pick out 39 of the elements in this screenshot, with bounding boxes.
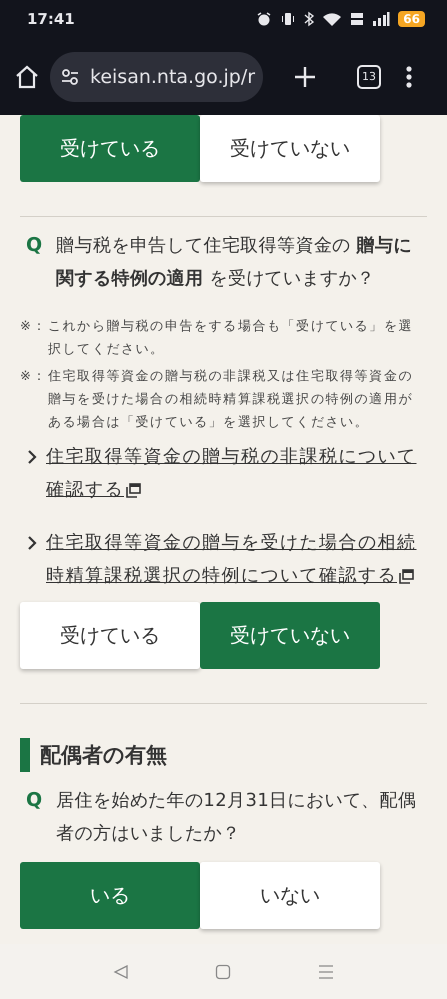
choice-button[interactable]: いない <box>200 862 380 929</box>
question-mark: Q <box>25 788 42 813</box>
new-window-icon <box>399 568 414 584</box>
new-window-icon <box>126 482 141 498</box>
address-bar[interactable]: keisan.nta.go.jp/r <box>50 52 263 102</box>
vibrate-icon <box>280 11 296 27</box>
chevron-icon <box>26 450 38 464</box>
alarm-icon <box>256 11 272 27</box>
home-icon[interactable] <box>14 64 40 90</box>
home-button-icon[interactable] <box>215 964 232 980</box>
heading-bar <box>20 738 30 772</box>
back-icon[interactable] <box>113 964 130 980</box>
recents-icon[interactable] <box>318 964 334 980</box>
choice-button[interactable]: 受けている <box>20 602 200 669</box>
chevron-icon <box>26 536 38 550</box>
menu-icon[interactable] <box>405 64 413 88</box>
help-link[interactable]: 住宅取得等資金の贈与を受けた場合の相続時精算課税選択の特例について確認する <box>46 526 427 592</box>
url-text: keisan.nta.go.jp/r <box>90 66 256 88</box>
question-text: 贈与税を申告して住宅取得等資金の 贈与に関する特例の適用 を受けていますか？ <box>56 234 413 291</box>
section-heading: 配偶者の有無 <box>40 742 167 769</box>
note-mark: ※： <box>20 318 48 336</box>
choice-button[interactable]: 受けていない <box>200 115 380 182</box>
question-mark: Q <box>25 233 42 258</box>
choice-button[interactable]: 受けていない <box>200 602 380 669</box>
wifi-icon <box>322 11 342 27</box>
signal-icon <box>372 11 390 27</box>
note-mark: ※： <box>20 368 48 386</box>
help-link[interactable]: 住宅取得等資金の贈与税の非課税について確認する <box>46 440 427 506</box>
choice-button[interactable]: 受けている <box>20 115 200 182</box>
choice-button[interactable]: いる <box>20 862 200 929</box>
plus-icon[interactable] <box>293 64 317 88</box>
bluetooth-icon <box>304 11 314 27</box>
tune-icon[interactable] <box>60 66 80 86</box>
status-time: 17:41 <box>27 10 75 28</box>
question-text: 居住を始めた年の12月31日において、配偶者の方はいましたか？ <box>56 789 418 846</box>
battery-level: 66 <box>398 11 425 27</box>
note-text: これから贈与税の申告をする場合も「受けている」を選択してください。 <box>48 318 414 359</box>
tab-count-button[interactable]: 13 <box>357 64 381 88</box>
note-text: 住宅取得等資金の贈与税の非課税又は住宅取得等資金の贈与を受けた場合の相続時精算課税選択の特例の適用がある場合は「受けている」を選択してください。 <box>48 368 414 432</box>
